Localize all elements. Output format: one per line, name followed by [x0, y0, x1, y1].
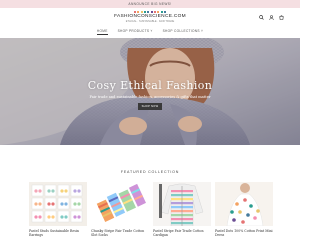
logo-dot: [150, 11, 153, 13]
product-card-socks[interactable]: Chunky Stripe Fair Trade Cotton Slot Soc…: [91, 182, 149, 237]
logo-dot: [133, 11, 136, 13]
site-logo[interactable]: FASHIONCONSCIENCE.COM ETHICAL · SUSTAINA…: [110, 10, 190, 25]
hero-banner: Cosy Ethical Fashion Fair trade and sust…: [0, 38, 300, 145]
product-name[interactable]: Pastel Dots 100% Cotton Print Mini Dress: [215, 229, 273, 237]
nav-item-shop-collections[interactable]: SHOP COLLECTIONS ˅: [163, 27, 204, 35]
product-image[interactable]: [29, 182, 87, 226]
logo-dot: [140, 11, 143, 13]
shop-now-button[interactable]: SHOP NOW: [138, 103, 162, 110]
product-card-cardigan[interactable]: Pastel Stripe Fair Trade Cotton Cardigan: [153, 182, 211, 237]
nav-item-home[interactable]: HOME: [96, 27, 108, 35]
logo-dot: [154, 11, 157, 13]
search-icon[interactable]: [259, 15, 264, 20]
featured-collection-title: FEATURED COLLECTION: [120, 170, 180, 174]
earrings-image: [29, 182, 87, 226]
dress-image: [215, 182, 273, 226]
announcement-text: ANNOUNCE BIG NEWS!: [128, 2, 172, 6]
logo-dot: [160, 11, 163, 13]
product-image[interactable]: [215, 182, 273, 226]
main-nav: HOME SHOP PRODUCTS ˅ SHOP COLLECTIONS ˅: [0, 27, 300, 35]
product-image[interactable]: [91, 182, 149, 226]
product-image[interactable]: [153, 182, 211, 226]
announcement-bar: ANNOUNCE BIG NEWS!: [0, 0, 300, 8]
logo-dot: [147, 11, 150, 13]
header-icons: [259, 15, 284, 20]
product-name[interactable]: Pastel Stripe Fair Trade Cotton Cardigan: [153, 229, 211, 237]
logo-dot: [137, 11, 140, 13]
product-card-dress[interactable]: Pastel Dots 100% Cotton Print Mini Dress: [215, 182, 273, 237]
cart-icon[interactable]: [279, 15, 284, 20]
logo-dot: [157, 11, 160, 13]
user-icon[interactable]: [269, 15, 274, 20]
product-name[interactable]: Pastel Studs Sustainable Resin Earrings: [29, 229, 87, 237]
hero-title: Cosy Ethical Fashion: [87, 79, 213, 92]
logo-dot: [143, 11, 146, 13]
socks-image: [91, 182, 149, 226]
product-grid: Pastel Studs Sustainable Resin Earrings: [29, 182, 273, 250]
cardigan-image: [153, 182, 211, 226]
product-card-earrings[interactable]: Pastel Studs Sustainable Resin Earrings: [29, 182, 87, 237]
hero-subtitle: Fair trade and sustainable fashion, acce…: [89, 95, 211, 99]
product-name[interactable]: Chunky Stripe Fair Trade Cotton Slot Soc…: [91, 229, 149, 237]
nav-item-shop-products[interactable]: SHOP PRODUCTS ˅: [118, 27, 153, 35]
logo-subtext: ETHICAL · SUSTAINABLE · FAIR TRADE: [125, 20, 175, 23]
logo-dot: [164, 11, 167, 13]
